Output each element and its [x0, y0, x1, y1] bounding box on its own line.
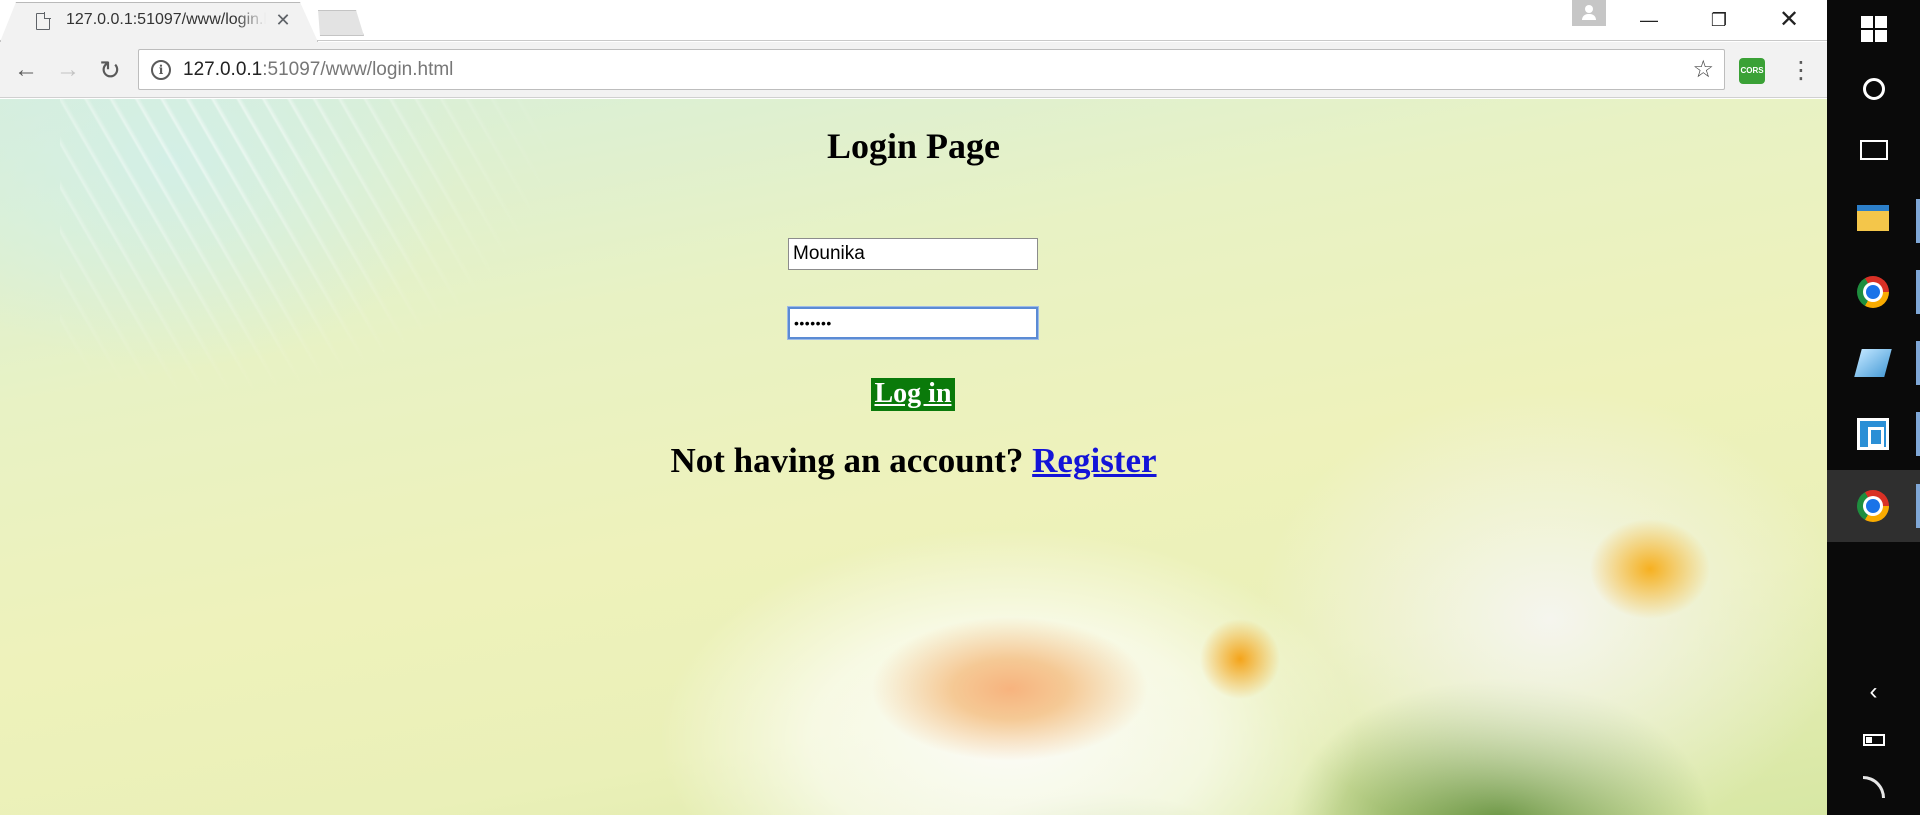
taskbar-chrome-active[interactable] [1827, 470, 1920, 542]
page-viewport: Login Page Log in Not having an account?… [0, 99, 1827, 815]
taskbar-app-2[interactable] [1827, 398, 1920, 470]
username-input[interactable] [788, 238, 1038, 270]
forward-button[interactable]: → [52, 54, 84, 86]
windows-start-icon[interactable] [1861, 16, 1887, 42]
chrome-icon [1857, 276, 1889, 308]
register-link[interactable]: Register [1032, 441, 1156, 480]
tab-title[interactable]: 127.0.0.1:51097/www/login.html [66, 11, 266, 29]
profile-icon[interactable] [1572, 0, 1606, 26]
tab-strip: 127.0.0.1:51097/www/login.html ✕ — ❐ ✕ [0, 0, 1827, 42]
wifi-icon[interactable] [1863, 776, 1885, 798]
cortana-icon[interactable] [1863, 78, 1885, 100]
url-host: 127.0.0.1 [183, 59, 263, 80]
show-hidden-icons-chevron-icon[interactable]: ‹ [1827, 678, 1920, 706]
register-prompt-text: Not having an account? [670, 441, 1033, 480]
battery-icon[interactable] [1863, 734, 1885, 746]
browser-window: 127.0.0.1:51097/www/login.html ✕ — ❐ ✕ ←… [0, 0, 1827, 815]
tab-close-icon[interactable]: ✕ [274, 11, 292, 29]
page-icon [36, 12, 51, 30]
app-icon [1854, 349, 1892, 377]
site-info-icon[interactable]: i [151, 60, 171, 80]
app-icon [1857, 418, 1889, 450]
page-title: Login Page [826, 126, 1000, 166]
file-explorer-icon [1857, 205, 1889, 231]
windows-taskbar: ‹ [1827, 0, 1920, 815]
cors-extension-icon[interactable]: CORS [1739, 58, 1765, 84]
taskbar-file-explorer[interactable] [1827, 185, 1920, 257]
close-window-button[interactable]: ✕ [1766, 4, 1812, 36]
password-input[interactable] [788, 307, 1038, 339]
minimize-button[interactable]: — [1626, 4, 1672, 36]
address-bar[interactable]: i 127.0.0.1:51097/www/login.html ☆ [138, 49, 1725, 90]
browser-menu-icon[interactable]: ⋮ [1786, 56, 1816, 86]
taskbar-app[interactable] [1827, 327, 1920, 399]
chrome-icon [1857, 490, 1889, 522]
register-prompt: Not having an account? Register [0, 441, 1827, 481]
task-view-icon[interactable] [1860, 140, 1888, 160]
back-button[interactable]: ← [10, 54, 42, 86]
new-tab-button[interactable] [318, 10, 364, 36]
browser-toolbar: ← → ↻ i 127.0.0.1:51097/www/login.html ☆… [0, 42, 1827, 98]
login-button[interactable]: Log in [871, 378, 955, 411]
bookmark-star-icon[interactable]: ☆ [1692, 55, 1714, 84]
url-path: :51097/www/login.html [262, 59, 454, 80]
url-text[interactable]: 127.0.0.1:51097/www/login.html [183, 59, 453, 81]
restore-button[interactable]: ❐ [1696, 4, 1742, 36]
reload-button[interactable]: ↻ [94, 54, 126, 86]
taskbar-chrome[interactable] [1827, 256, 1920, 328]
